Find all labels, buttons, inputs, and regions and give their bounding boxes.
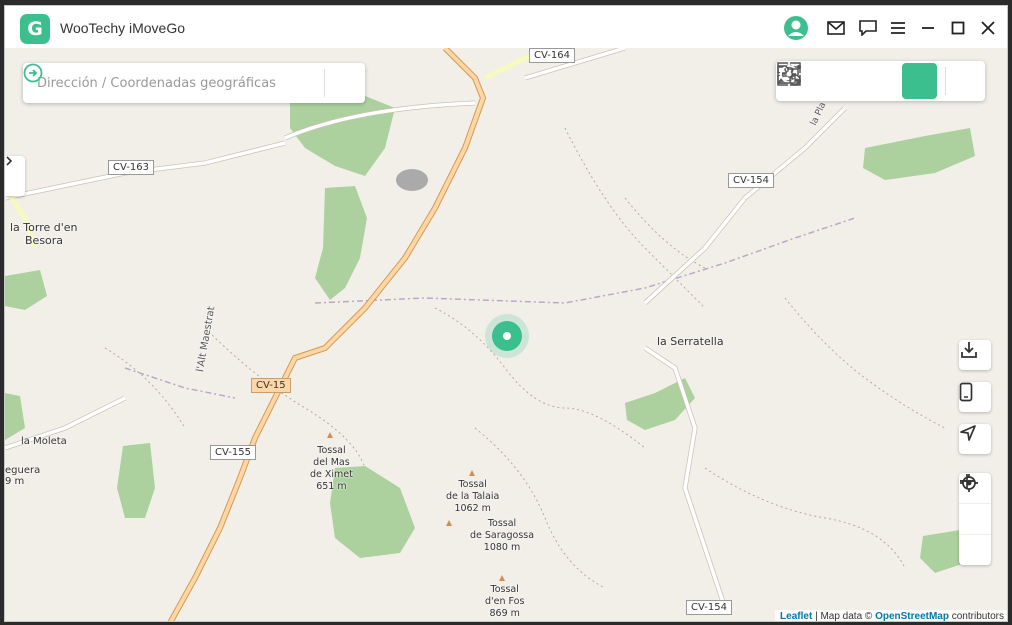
navigate-button[interactable]	[959, 424, 991, 454]
minus-icon	[960, 480, 974, 482]
map-area[interactable]: la Torre d'en Besora la Serratella la Mo…	[5, 48, 1007, 622]
leaflet-link[interactable]: Leaflet	[780, 611, 812, 621]
mail-button[interactable]	[822, 14, 850, 42]
multi-spot-mode-button[interactable]	[777, 62, 896, 99]
download-button[interactable]	[959, 340, 991, 370]
app-window: G WooTechy iMoveGo la Torre d'en Besora …	[4, 5, 1008, 622]
place-serratella: la Serratella	[657, 335, 724, 348]
road-label-cv163: CV-163	[108, 160, 154, 175]
road-label-cv155: CV-155	[210, 445, 256, 460]
toolbar-separator	[944, 67, 946, 95]
peak-tossal-saragossa: Tossal de Saragossa 1080 m	[470, 518, 534, 554]
peak-name-line1: Tossal	[317, 445, 346, 456]
road-label-cv15: CV-15	[251, 378, 291, 393]
feedback-button[interactable]	[854, 14, 882, 42]
place-moleta: la Moleta	[21, 436, 67, 447]
history-folder-icon	[777, 65, 801, 86]
peak-name-line2: de Saragossa	[470, 530, 535, 541]
minimize-icon	[922, 27, 934, 29]
user-avatar-icon	[784, 16, 808, 40]
menu-button[interactable]	[884, 14, 912, 42]
mode-toolbar	[776, 61, 985, 101]
mail-icon	[827, 21, 845, 35]
road-label-cv154-south: CV-154	[686, 600, 732, 615]
peak-name-line1: Tossal	[490, 584, 519, 595]
app-title: WooTechy iMoveGo	[60, 20, 186, 36]
peak-name-line2: del Mas	[313, 457, 350, 468]
zoom-in-button[interactable]	[959, 474, 991, 535]
title-bar: G WooTechy iMoveGo	[5, 6, 1007, 49]
menu-icon	[891, 22, 905, 34]
phone-icon	[959, 382, 973, 402]
download-icon	[961, 342, 977, 358]
search-go-button[interactable]	[23, 63, 365, 103]
zoom-out-button[interactable]	[959, 480, 991, 565]
two-spot-mode-button[interactable]	[777, 63, 856, 99]
peak-name-line2: de la Talaia	[446, 491, 500, 502]
peak-tossal-mas-ximet: Tossal del Mas de Ximet 651 m	[310, 445, 353, 493]
road-label-cv154-north: CV-154	[728, 173, 774, 188]
navigation-arrow-icon	[960, 425, 976, 441]
map-attribution: Leaflet | Map data © OpenStreetMap contr…	[775, 610, 1007, 622]
attribution-text: | Map data ©	[815, 611, 873, 622]
history-button[interactable]	[777, 63, 985, 99]
peak-name-line2: d'en Fos	[485, 596, 525, 607]
place-label-line2: Besora	[25, 234, 64, 247]
device-button[interactable]	[959, 382, 991, 412]
place-torre-den-besora: la Torre d'en Besora	[10, 221, 78, 247]
peak-elevation: 651 m	[316, 481, 347, 492]
place-label-line1: eguera	[5, 465, 41, 476]
peak-name-line3: de Ximet	[310, 469, 353, 480]
peak-name-line1: Tossal	[458, 479, 487, 490]
chat-icon	[859, 20, 877, 36]
openstreetmap-link[interactable]: OpenStreetMap	[875, 611, 949, 621]
peak-elevation: 1062 m	[454, 503, 491, 514]
search-input[interactable]	[23, 62, 324, 104]
account-button[interactable]	[782, 14, 810, 42]
locate-mode-button[interactable]	[777, 62, 937, 99]
peak-name-line1: Tossal	[487, 518, 517, 529]
peak-elevation: 869 m	[489, 608, 520, 619]
place-label-line2: 9 m	[5, 476, 25, 487]
app-logo: G	[20, 14, 50, 44]
minimize-button[interactable]	[914, 14, 942, 42]
peak-elevation: 1080 m	[483, 542, 521, 553]
attribution-tail: contributors	[951, 611, 1004, 622]
peak-tossal-talaia: Tossal de la Talaia 1062 m	[446, 479, 499, 515]
sidebar-toggle-button[interactable]	[5, 156, 25, 196]
peak-tossal-en-fos: Tossal d'en Fos 869 m	[485, 584, 524, 620]
close-button[interactable]	[974, 14, 1002, 42]
chevron-right-icon	[6, 156, 13, 166]
maximize-icon	[951, 21, 965, 35]
arrow-right-circle-icon	[23, 63, 43, 83]
road-label-cv164: CV-164	[529, 48, 575, 63]
search-box	[23, 62, 365, 104]
place-eguera: eguera 9 m	[5, 465, 40, 487]
zoom-control-group	[959, 473, 991, 565]
maximize-button[interactable]	[944, 14, 972, 42]
close-icon	[981, 21, 995, 35]
place-label-line1: la Torre d'en	[10, 221, 78, 234]
